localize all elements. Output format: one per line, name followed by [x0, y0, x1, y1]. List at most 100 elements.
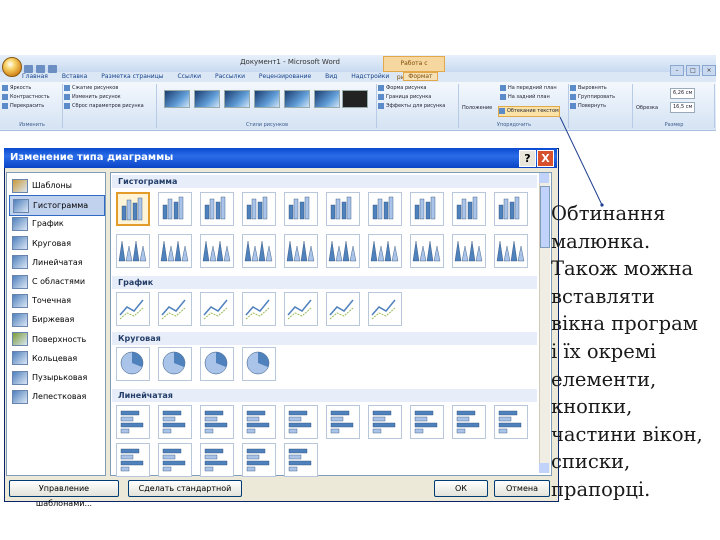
cone-preview-icon — [244, 240, 273, 262]
chart-subtype-thumbnail[interactable] — [116, 234, 150, 268]
chart-type-item[interactable]: Пузырьковая — [9, 368, 103, 387]
chart-subtype-thumbnail[interactable] — [158, 347, 192, 381]
section-column: Гистограмма — [112, 175, 537, 188]
chart-subtype-thumbnail[interactable] — [368, 192, 402, 226]
chart-subtype-thumbnail[interactable] — [326, 405, 360, 439]
chart-subtype-thumbnail[interactable] — [284, 292, 318, 326]
set-default-button[interactable]: Сделать стандартной — [128, 480, 242, 497]
chart-type-item[interactable]: Поверхность — [9, 330, 103, 349]
scroll-up-icon[interactable] — [539, 173, 549, 183]
chart-subtype-thumbnail[interactable] — [284, 405, 318, 439]
bar-preview-icon — [330, 410, 354, 434]
chart-subtype-thumbnail[interactable] — [200, 292, 234, 326]
radar-chart-icon — [12, 389, 28, 404]
pie-preview-icon — [162, 351, 186, 375]
chart-type-item[interactable]: Точечная — [9, 291, 103, 310]
chart-subtype-thumbnail[interactable] — [368, 405, 402, 439]
cone-preview-icon — [160, 240, 189, 262]
bar-preview-icon — [414, 410, 438, 434]
section-bar: Линейчатая — [112, 389, 537, 402]
chart-subtype-thumbnail[interactable] — [200, 443, 234, 477]
chart-subtype-thumbnail[interactable] — [200, 192, 234, 226]
chart-subtype-thumbnail[interactable] — [242, 234, 276, 268]
pie-preview-icon — [204, 351, 228, 375]
chart-type-item[interactable]: Линейчатая — [9, 253, 103, 272]
chart-type-item[interactable]: С областями — [9, 272, 103, 291]
chart-subtype-thumbnail[interactable] — [158, 443, 192, 477]
chart-subtype-thumbnail[interactable] — [452, 234, 486, 268]
chart-subtype-thumbnail[interactable] — [158, 234, 192, 268]
chart-subtype-thumbnail[interactable] — [368, 234, 402, 268]
chart-subtype-thumbnail[interactable] — [242, 347, 276, 381]
chart-subtype-thumbnail[interactable] — [326, 292, 360, 326]
manage-templates-button[interactable]: Управление шаблонами... — [9, 480, 119, 508]
chart-subtype-thumbnail[interactable] — [284, 443, 318, 477]
column-preview-icon — [330, 196, 352, 220]
chart-subtype-thumbnail[interactable] — [410, 192, 444, 226]
chart-subtype-thumbnail[interactable] — [242, 405, 276, 439]
ok-button[interactable]: ОК — [434, 480, 488, 497]
close-button[interactable]: X — [537, 150, 554, 167]
chart-subtype-thumbnail[interactable] — [494, 192, 528, 226]
folder-icon — [12, 178, 28, 193]
chart-type-label: С областями — [32, 277, 86, 286]
cone-preview-icon — [496, 240, 525, 262]
doughnut-chart-icon — [12, 351, 28, 366]
chart-type-label: Круговая — [32, 238, 72, 248]
chart-subtype-thumbnail[interactable] — [242, 192, 276, 226]
chart-subtype-thumbnail[interactable] — [326, 234, 360, 268]
cone-preview-icon — [328, 240, 357, 262]
chart-type-label: Пузырьковая — [32, 373, 88, 382]
scroll-down-icon[interactable] — [539, 463, 549, 473]
chart-type-item[interactable]: Биржевая — [9, 310, 103, 329]
bubble-chart-icon — [12, 370, 28, 385]
cone-preview-icon — [454, 240, 483, 262]
line-chart-icon — [12, 216, 28, 231]
chart-subtype-thumbnail[interactable] — [158, 292, 192, 326]
chart-type-label: Биржевая — [32, 315, 75, 325]
chart-subtype-thumbnail[interactable] — [116, 192, 150, 226]
chart-type-item[interactable]: График — [9, 214, 103, 233]
chart-subtype-thumbnail[interactable] — [158, 405, 192, 439]
chart-type-item[interactable]: Шаблоны — [9, 176, 103, 195]
chart-type-item[interactable]: Лепестковая — [9, 387, 103, 406]
area-chart-icon — [12, 274, 28, 289]
chart-subtype-thumbnail[interactable] — [200, 347, 234, 381]
chart-subtype-thumbnail[interactable] — [158, 192, 192, 226]
line-preview-icon — [329, 299, 354, 320]
chart-subtype-thumbnail[interactable] — [326, 192, 360, 226]
chart-type-item[interactable]: Круговая — [9, 234, 103, 253]
chart-subtype-thumbnail[interactable] — [410, 234, 444, 268]
chart-subtype-thumbnail[interactable] — [452, 192, 486, 226]
chart-subtype-thumbnail[interactable] — [116, 443, 150, 477]
chart-subtype-thumbnail[interactable] — [242, 292, 276, 326]
chart-type-item[interactable]: Гистограмма — [9, 195, 105, 217]
chart-subtype-thumbnail[interactable] — [116, 405, 150, 439]
chart-subtype-thumbnail[interactable] — [494, 405, 528, 439]
chart-subtype-thumbnail[interactable] — [494, 234, 528, 268]
bar-preview-icon — [288, 410, 312, 434]
chart-subtype-thumbnail[interactable] — [368, 292, 402, 326]
chart-subtype-thumbnail[interactable] — [116, 347, 150, 381]
bar-preview-icon — [162, 410, 186, 434]
pie-preview-icon — [120, 351, 144, 375]
scroll-thumb[interactable] — [540, 186, 550, 248]
chart-subtype-thumbnail[interactable] — [242, 443, 276, 477]
chart-subtype-thumbnail[interactable] — [200, 405, 234, 439]
chart-type-item[interactable]: Кольцевая — [9, 349, 103, 368]
surface-chart-icon — [12, 332, 28, 347]
chart-subtype-thumbnail[interactable] — [284, 234, 318, 268]
bar-preview-icon — [498, 410, 522, 434]
chart-subtype-thumbnail[interactable] — [116, 292, 150, 326]
help-button[interactable]: ? — [519, 150, 536, 167]
chart-subtype-thumbnail[interactable] — [452, 405, 486, 439]
line-preview-icon — [287, 299, 312, 320]
section-pie: Круговая — [112, 332, 537, 345]
line-preview-icon — [245, 299, 270, 320]
chart-subtype-thumbnail[interactable] — [410, 405, 444, 439]
chart-subtype-thumbnail[interactable] — [284, 192, 318, 226]
cone-preview-icon — [202, 240, 231, 262]
chart-subtype-thumbnail[interactable] — [200, 234, 234, 268]
chart-type-label: Шаблоны — [32, 181, 72, 190]
cancel-button[interactable]: Отмена — [494, 480, 550, 497]
